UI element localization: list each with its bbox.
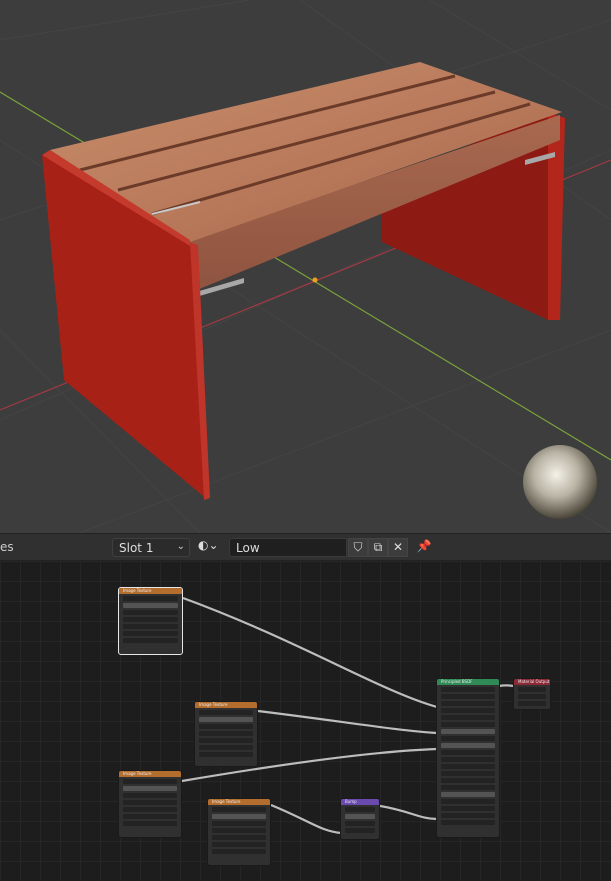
node-title: Material Output	[514, 679, 550, 685]
slot-dropdown[interactable]: Slot 1 ⌄	[112, 538, 190, 557]
origin-dot	[312, 277, 318, 283]
node-title: Bump	[341, 799, 379, 805]
shader-editor-header: es Slot 1 ⌄ ◐⌄ Low ⛉ ⧉ ✕ 📌	[0, 533, 611, 561]
node-title: Image Texture	[195, 702, 257, 708]
slot-label: Slot 1	[119, 541, 154, 555]
principled-bsdf-node[interactable]: Principled BSDF	[436, 678, 500, 838]
unlink-close-icon[interactable]: ✕	[388, 538, 408, 557]
node-editor-canvas[interactable]: Image Texture Image Texture Image Textur…	[0, 561, 611, 881]
bump-node[interactable]: Bump	[340, 798, 380, 840]
pin-icon[interactable]: 📌	[414, 538, 434, 557]
duplicate-material-icon[interactable]: ⧉	[368, 538, 388, 557]
chevron-down-icon: ⌄	[176, 541, 185, 552]
image-texture-node-4[interactable]: Image Texture	[207, 798, 271, 866]
node-links	[181, 596, 514, 835]
header-left-text: es	[0, 540, 14, 554]
node-title: Image Texture	[119, 588, 182, 594]
image-texture-node-3[interactable]: Image Texture	[118, 770, 182, 838]
node-title: Image Texture	[119, 771, 181, 777]
3d-viewport[interactable]	[0, 0, 611, 533]
fake-user-shield-icon[interactable]: ⛉	[348, 538, 368, 557]
image-texture-node-2[interactable]: Image Texture	[194, 701, 258, 767]
link-texture1-basecolor	[182, 596, 438, 709]
material-name-field[interactable]: Low	[229, 538, 347, 557]
material-output-node[interactable]: Material Output	[513, 678, 551, 710]
image-texture-node-1[interactable]: Image Texture	[118, 587, 183, 655]
material-browse-icon[interactable]: ◐⌄	[198, 538, 226, 557]
node-title: Principled BSDF	[437, 679, 499, 685]
material-preview-ball	[523, 445, 597, 519]
node-title: Image Texture	[208, 799, 270, 805]
